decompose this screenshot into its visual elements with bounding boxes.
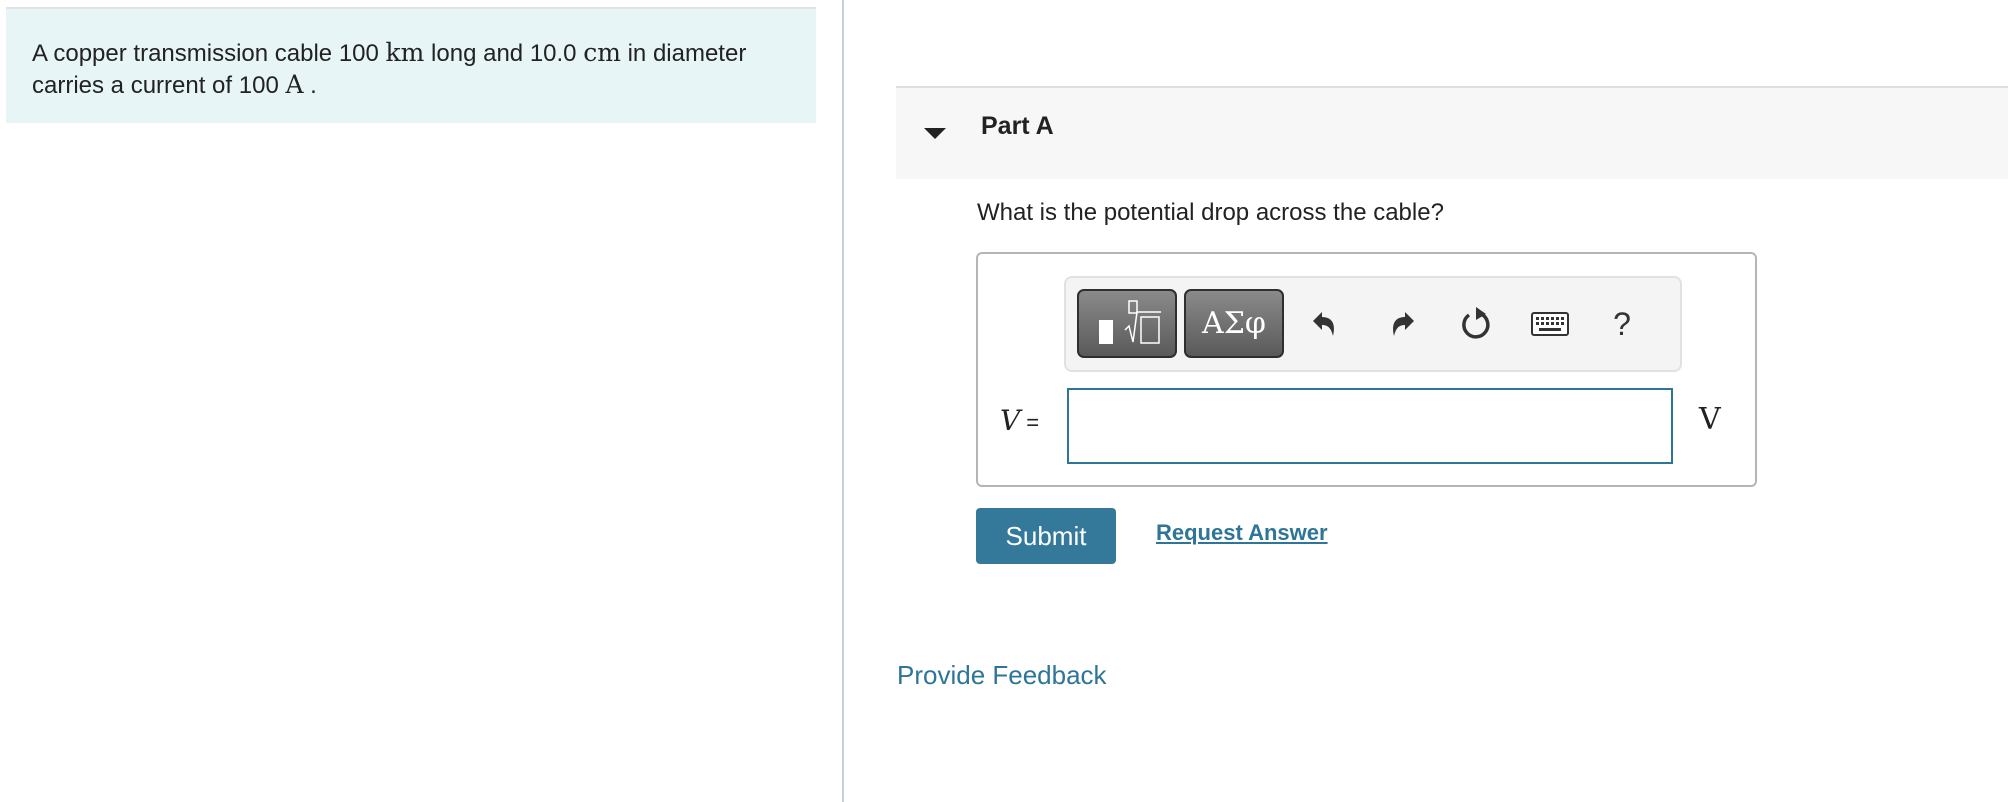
redo-icon bbox=[1393, 312, 1414, 336]
help-button[interactable]: ? bbox=[1600, 300, 1644, 348]
help-icon: ? bbox=[1613, 305, 1631, 342]
unit-km: km bbox=[385, 38, 425, 67]
undo-button[interactable] bbox=[1303, 300, 1347, 348]
reset-button[interactable] bbox=[1455, 300, 1499, 348]
answer-input[interactable] bbox=[1067, 388, 1673, 464]
keyboard-icon bbox=[1531, 312, 1569, 336]
provide-feedback-link[interactable]: Provide Feedback bbox=[897, 660, 1107, 691]
keyboard-button[interactable] bbox=[1528, 300, 1572, 348]
problem-statement: A copper transmission cable 100 km long … bbox=[32, 38, 747, 99]
collapse-caret-icon[interactable] bbox=[924, 128, 946, 139]
math-toolbar: ΑΣφ ? bbox=[1064, 276, 1682, 372]
templates-icon bbox=[1099, 299, 1161, 344]
unit-label: V bbox=[1699, 402, 1721, 437]
templates-button[interactable] bbox=[1077, 289, 1177, 358]
part-a-header[interactable]: Part A bbox=[896, 86, 2008, 179]
answer-box: ΑΣφ ? V = V bbox=[976, 252, 1757, 487]
undo-icon bbox=[1313, 312, 1334, 336]
unit-ampere: A bbox=[285, 70, 304, 99]
unit-cm: cm bbox=[583, 38, 621, 67]
variable-label: V = bbox=[1000, 404, 1040, 437]
symbols-icon: ΑΣφ bbox=[1202, 306, 1266, 341]
problem-statement-box: A copper transmission cable 100 km long … bbox=[6, 7, 816, 123]
part-title: Part A bbox=[981, 112, 1054, 140]
symbols-button[interactable]: ΑΣφ bbox=[1184, 289, 1284, 358]
reset-icon bbox=[1462, 307, 1490, 339]
request-answer-link[interactable]: Request Answer bbox=[1156, 520, 1328, 546]
question-text: What is the potential drop across the ca… bbox=[977, 199, 1444, 226]
submit-button[interactable]: Submit bbox=[976, 508, 1116, 564]
column-divider bbox=[842, 0, 844, 802]
redo-button[interactable] bbox=[1380, 300, 1424, 348]
